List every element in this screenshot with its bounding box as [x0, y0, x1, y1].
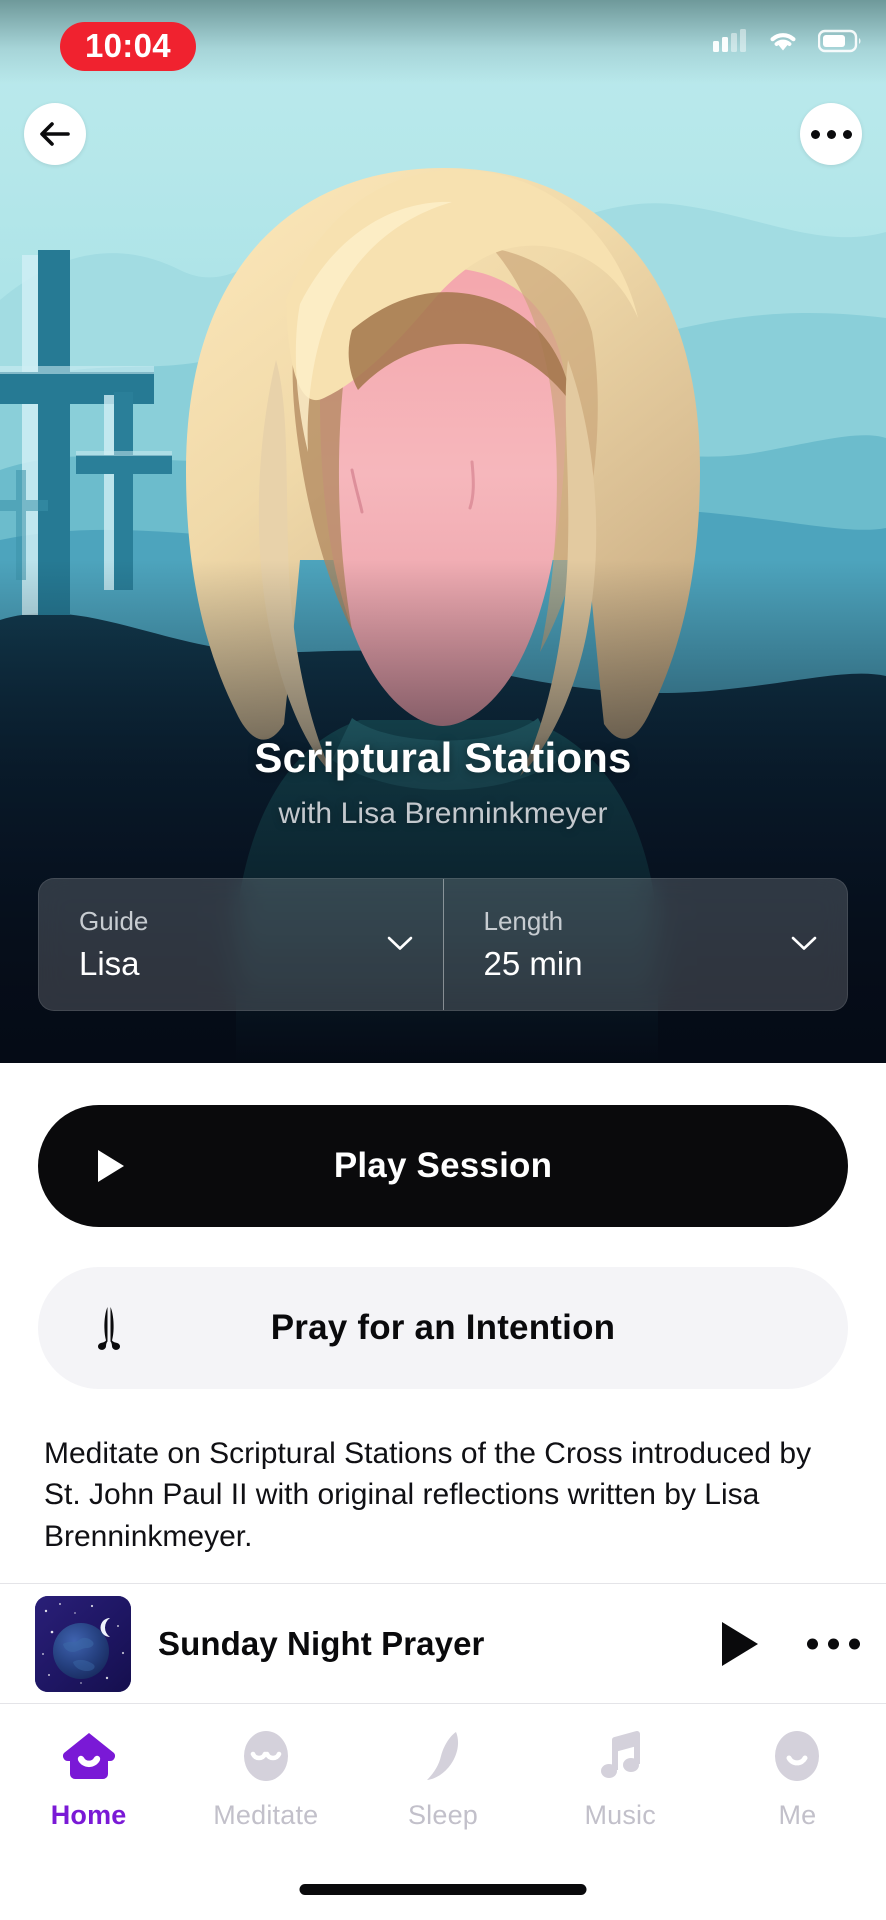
session-options-row: Guide Lisa Length 25 min [38, 878, 848, 1011]
tab-meditate-label: Meditate [213, 1800, 319, 1830]
play-session-label: Play Session [333, 1146, 553, 1185]
back-button[interactable] [24, 103, 86, 165]
music-note-icon [587, 1724, 653, 1790]
chevron-down-icon [387, 936, 413, 951]
hero-banner: 10:04 Scriptural Stations with Lisa Bren… [0, 0, 886, 1063]
tab-music-label: Music [584, 1800, 656, 1830]
praying-hands-icon [84, 1303, 134, 1353]
pray-intention-button[interactable]: Pray for an Intention [38, 1267, 848, 1389]
profile-face-icon [764, 1724, 830, 1790]
more-options-button[interactable] [800, 103, 862, 165]
guide-selector[interactable]: Guide Lisa [39, 879, 443, 1010]
guide-selector-label: Guide [79, 906, 149, 936]
more-options-icon [807, 1638, 818, 1649]
status-bar: 10:04 [0, 0, 886, 84]
more-options-icon [828, 1638, 839, 1649]
tab-sleep-label: Sleep [407, 1800, 479, 1830]
tab-home-label: Home [50, 1800, 127, 1830]
bottom-tab-bar: Home Meditate Sleep Music Me [0, 1703, 886, 1855]
home-icon [56, 1724, 122, 1790]
wifi-icon [770, 33, 796, 51]
play-session-button[interactable]: Play Session [38, 1105, 848, 1227]
tab-meditate[interactable]: Meditate [177, 1704, 354, 1831]
tab-me-label: Me [778, 1800, 817, 1830]
more-options-icon [810, 129, 852, 139]
tab-sleep[interactable]: Sleep [354, 1704, 531, 1831]
length-selector-label: Length [483, 906, 564, 936]
mini-player-more-button[interactable] [807, 1638, 860, 1649]
mini-player[interactable]: Sunday Night Prayer [0, 1583, 886, 1703]
length-selector-value: 25 min [483, 944, 583, 982]
home-indicator [299, 1884, 587, 1895]
mini-player-play-button[interactable] [722, 1621, 758, 1666]
tab-music[interactable]: Music [532, 1704, 709, 1831]
app-screen: 10:04 Scriptural Stations with Lisa Bren… [0, 0, 886, 1920]
status-time-recording-pill: 10:04 [60, 22, 196, 71]
more-options-icon [849, 1638, 860, 1649]
session-description: Meditate on Scriptural Stations of the C… [44, 1437, 812, 1553]
back-arrow-icon [40, 122, 70, 146]
tab-home[interactable]: Home [0, 1704, 177, 1831]
guide-selector-value: Lisa [79, 944, 140, 982]
moon-icon [410, 1724, 476, 1790]
mini-player-artwork [35, 1596, 131, 1692]
length-selector[interactable]: Length 25 min [442, 879, 848, 1010]
page-subtitle: with Lisa Brenninkmeyer [278, 797, 608, 831]
tab-me[interactable]: Me [709, 1704, 886, 1831]
meditate-face-icon [233, 1724, 299, 1790]
play-icon [84, 1141, 134, 1191]
cellular-signal-icon [713, 29, 746, 52]
battery-icon [818, 29, 861, 53]
mini-player-title: Sunday Night Prayer [158, 1624, 485, 1662]
pray-intention-label: Pray for an Intention [270, 1308, 616, 1347]
chevron-down-icon [791, 936, 817, 951]
status-icons [712, 28, 862, 54]
hero-text-block: Scriptural Stations with Lisa Brenninkme… [0, 734, 886, 831]
page-title: Scriptural Stations [254, 734, 632, 781]
